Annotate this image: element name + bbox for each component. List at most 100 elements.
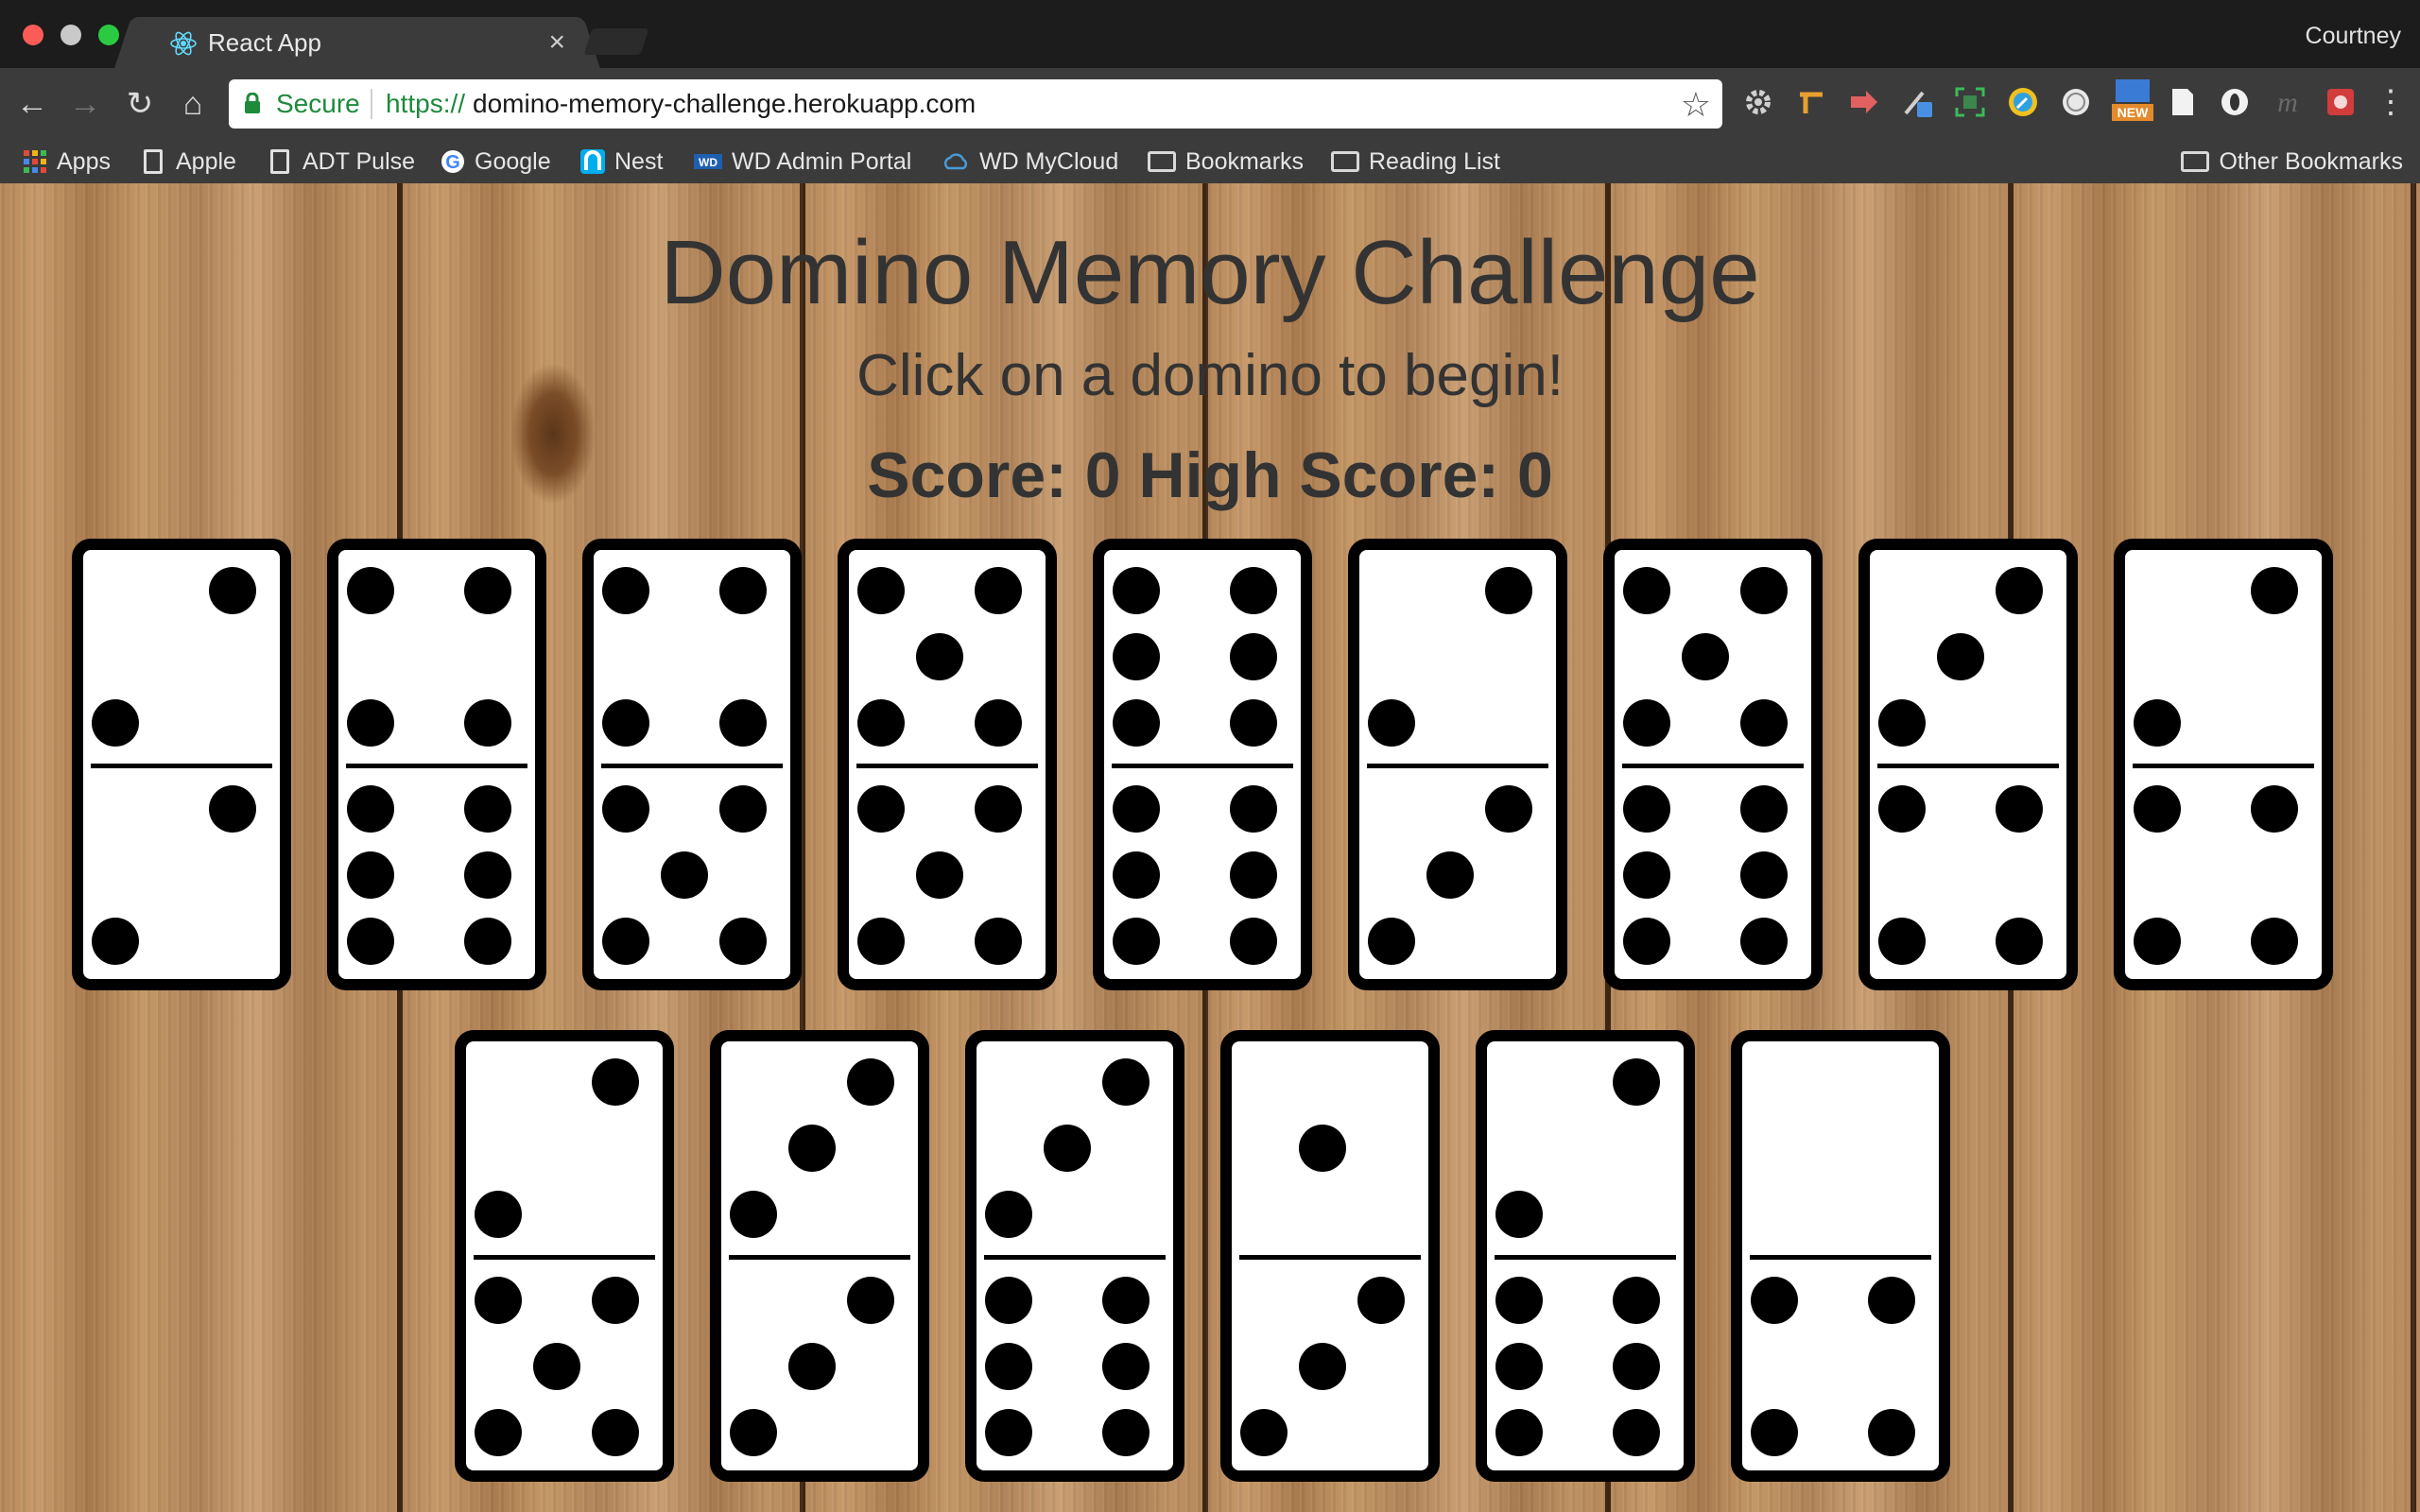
domino-divider — [984, 1255, 1166, 1260]
domino-tile[interactable] — [710, 1030, 929, 1482]
domino-pip — [730, 1191, 777, 1238]
domino-divider — [856, 764, 1038, 768]
domino-pip — [592, 1277, 639, 1324]
domino-pip — [1426, 851, 1474, 899]
cloud-icon — [943, 153, 968, 170]
new-tab-button[interactable] — [583, 28, 649, 55]
domino-pip — [1113, 699, 1160, 747]
bookmark-folder-bookmarks[interactable]: Bookmarks — [1148, 144, 1304, 180]
m-extension-icon[interactable]: m — [2271, 85, 2305, 119]
back-icon[interactable]: ← — [15, 87, 49, 121]
domino-pip — [1878, 699, 1926, 747]
domino-half-top — [1870, 550, 2066, 764]
bookmark-label: Google — [475, 147, 551, 175]
home-icon[interactable]: ⌂ — [176, 87, 210, 121]
domino-pip — [533, 1343, 580, 1390]
domino-tile[interactable] — [1476, 1030, 1695, 1482]
domino-tile[interactable] — [1603, 539, 1823, 990]
domino-half-bottom — [977, 1260, 1173, 1473]
bookmark-nest[interactable]: Nest — [580, 144, 663, 180]
domino-tile[interactable] — [582, 539, 802, 990]
bookmark-apple[interactable]: Apple — [144, 144, 236, 180]
domino-pip — [475, 1409, 522, 1456]
circle-extension-icon[interactable] — [2218, 85, 2252, 119]
domino-pip — [475, 1277, 522, 1324]
tab-close-icon[interactable]: × — [548, 26, 565, 59]
close-window-button[interactable] — [23, 25, 43, 45]
profile-name[interactable]: Courtney — [2306, 23, 2401, 50]
domino-tile[interactable] — [1731, 1030, 1950, 1482]
bookmark-google[interactable]: G Google — [441, 144, 551, 180]
bookmark-wd-admin-portal[interactable]: WD WD Admin Portal — [694, 144, 911, 180]
bookmark-apps[interactable]: Apps — [23, 144, 111, 180]
domino-tile[interactable] — [2114, 539, 2333, 990]
bookmark-adt-pulse[interactable]: ADT Pulse — [270, 144, 415, 180]
minimize-window-button[interactable] — [60, 25, 81, 45]
arrow-extension-icon[interactable] — [1847, 85, 1881, 119]
domino-divider — [346, 764, 527, 768]
red-extension-icon[interactable] — [2324, 85, 2358, 119]
page-icon — [270, 149, 289, 174]
bookmark-wd-mycloud[interactable]: WD MyCloud — [942, 144, 1118, 180]
domino-pip — [1996, 567, 2043, 614]
svg-text:m: m — [2277, 87, 2298, 118]
domino-tile[interactable] — [1858, 539, 2078, 990]
domino-tile[interactable] — [327, 539, 546, 990]
folder-icon — [2181, 151, 2210, 172]
domino-pip — [2251, 918, 2298, 965]
bookmark-label: ADT Pulse — [302, 147, 416, 175]
zoom-window-button[interactable] — [98, 25, 119, 45]
eyedropper-extension-icon[interactable] — [1900, 85, 1934, 119]
compass-extension-icon[interactable] — [2006, 85, 2040, 119]
domino-pip — [847, 1277, 894, 1324]
domino-tile[interactable] — [72, 539, 291, 990]
forward-icon[interactable]: → — [68, 87, 102, 121]
domino-pip — [1368, 918, 1415, 965]
domino-half-top — [1359, 550, 1556, 764]
bookmark-star-icon[interactable]: ☆ — [1681, 85, 1711, 125]
domino-pip — [1230, 918, 1277, 965]
domino-pip — [1613, 1277, 1660, 1324]
domino-half-bottom — [1615, 768, 1811, 982]
new-badge-extension-icon[interactable]: NEW — [2112, 77, 2153, 123]
domino-pip — [1996, 785, 2043, 833]
domino-pip — [347, 699, 394, 747]
domino-tile[interactable] — [1348, 539, 1567, 990]
domino-pip — [1751, 1277, 1798, 1324]
domino-pip — [847, 1058, 894, 1106]
domino-tile[interactable] — [1220, 1030, 1440, 1482]
domino-pip — [975, 785, 1022, 833]
domino-half-top — [977, 1041, 1173, 1255]
bookmark-label: Bookmarks — [1185, 147, 1305, 175]
tab-react-app[interactable]: React App × — [140, 17, 575, 68]
domino-tile[interactable] — [455, 1030, 674, 1482]
address-bar[interactable]: Secure https:// domino-memory-challenge.… — [229, 79, 1722, 129]
bookmark-folder-other-bookmarks[interactable]: Other Bookmarks — [2181, 144, 2403, 180]
domino-half-top — [2125, 550, 2322, 764]
toolbox-extension-icon[interactable] — [1794, 85, 1828, 119]
domino-pip — [1113, 918, 1160, 965]
domino-pip — [2134, 785, 2181, 833]
settings-extension-icon[interactable] — [1741, 85, 1775, 119]
info-extension-icon[interactable] — [2059, 85, 2093, 119]
screenshot-extension-icon[interactable] — [1953, 85, 1987, 119]
domino-tile[interactable] — [838, 539, 1057, 990]
domino-pip — [1937, 633, 1984, 680]
menu-icon[interactable]: ⋮ — [2375, 83, 2407, 121]
domino-divider — [1877, 764, 2059, 768]
domino-pip — [857, 699, 905, 747]
domino-pip — [92, 699, 139, 747]
reload-icon[interactable]: ↻ — [123, 87, 157, 121]
bookmark-folder-reading-list[interactable]: Reading List — [1331, 144, 1500, 180]
page-title: Domino Memory Challenge — [660, 222, 1760, 323]
domino-pip — [1102, 1409, 1150, 1456]
domino-tile[interactable] — [965, 1030, 1184, 1482]
domino-pip — [464, 918, 511, 965]
domino-pip — [1368, 699, 1415, 747]
domino-pip — [1495, 1409, 1543, 1456]
domino-divider — [2133, 764, 2314, 768]
domino-pip — [1613, 1058, 1660, 1106]
domino-pip — [1878, 918, 1926, 965]
domino-tile[interactable] — [1093, 539, 1312, 990]
document-extension-icon[interactable] — [2165, 85, 2199, 119]
